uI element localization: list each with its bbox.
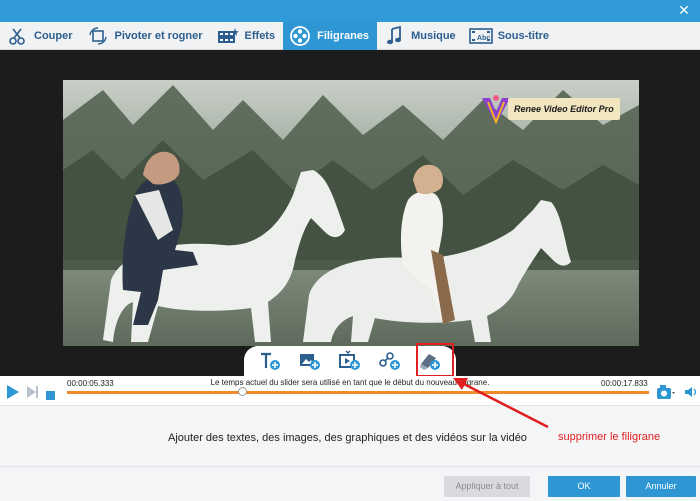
slider-hint: Le temps actuel du slider sera utilisé e… [210,378,490,387]
subtitle-icon: Abc [468,24,494,48]
title-bar: ✕ [0,0,700,22]
end-time: 00:00:17.833 [601,379,648,388]
rotate-crop-icon [85,24,111,48]
cancel-button[interactable]: Annuler [626,476,696,497]
volume-icon[interactable] [684,385,698,404]
annotation-note: supprimer le filigrane [558,431,661,443]
music-icon [381,24,407,48]
add-video-icon[interactable] [336,349,364,373]
tab-pivoter-rogner[interactable]: Pivoter et rogner [81,22,211,50]
tab-couper[interactable]: Couper [0,22,81,50]
svg-text:Abc: Abc [477,35,490,42]
slider-knob[interactable] [237,387,247,396]
add-image-icon[interactable] [296,349,324,373]
remove-watermark-highlight [416,343,454,377]
apply-to-all-button[interactable]: Appliquer à tout [444,476,530,497]
tab-label: Sous-titre [497,30,550,42]
play-button[interactable] [6,384,20,405]
playback-controls: 00:00:05.333 Le temps actuel du slider s… [0,376,700,406]
footer-divider [0,466,700,467]
camera-icon[interactable] [656,384,676,405]
tab-musique[interactable]: Musique [377,22,464,50]
tab-label: Effets [244,30,276,42]
cut-icon [4,24,30,48]
tab-filigranes[interactable]: Filigranes [283,22,378,50]
watermark-label[interactable]: Renee Video Editor Pro [508,98,620,120]
ok-button[interactable]: OK [548,476,620,497]
effects-icon [215,24,241,48]
tab-label: Pivoter et rogner [114,30,203,42]
tab-bar: Couper Pivoter et rogner Effets Filigran… [0,22,700,50]
watermark-icon [287,24,313,48]
stop-button[interactable] [46,387,55,405]
feature-description: Ajouter des textes, des images, des grap… [168,432,527,444]
tab-label: Filigranes [317,30,370,42]
step-forward-button[interactable] [26,384,40,405]
timeline-slider[interactable] [67,387,649,396]
tab-effets[interactable]: Effets [211,22,284,50]
tab-sous-titre[interactable]: Abc Sous-titre [464,22,557,50]
close-icon[interactable]: ✕ [676,2,692,18]
tab-label: Couper [34,30,73,42]
add-text-icon[interactable] [256,349,284,373]
tab-label: Musique [411,30,456,42]
add-graphic-icon[interactable] [376,349,404,373]
